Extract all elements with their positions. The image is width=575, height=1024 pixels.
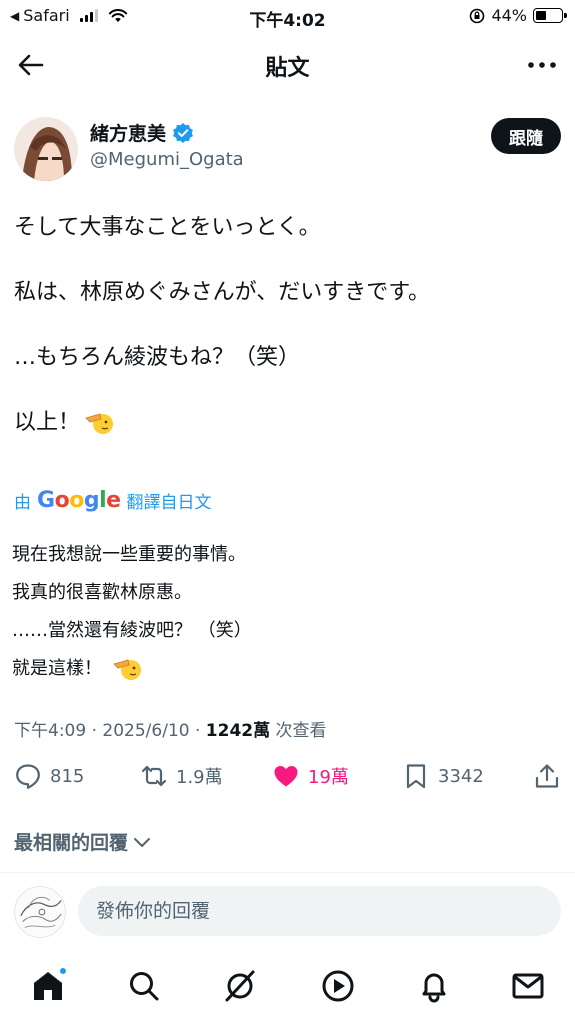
post-date: 2025/6/10 bbox=[102, 721, 190, 741]
author-name-row[interactable]: 緒方恵美 bbox=[90, 119, 194, 146]
view-count[interactable]: 1242萬 bbox=[206, 721, 270, 741]
post-header: 貼文 bbox=[0, 40, 575, 90]
bookmark-button[interactable]: 3342 bbox=[402, 762, 484, 790]
battery-percent: 44% bbox=[491, 6, 527, 25]
translated-line: ……當然還有綾波吧？ （笑） bbox=[12, 620, 252, 641]
google-logo: Google bbox=[37, 488, 121, 513]
post-line: 私は、林原めぐみさんが、だいすきです。 bbox=[14, 277, 561, 309]
post-author: 緒方恵美 @Megumi_Ogata 跟隨 bbox=[14, 115, 561, 185]
more-options-icon[interactable] bbox=[525, 50, 559, 80]
my-avatar[interactable] bbox=[14, 886, 66, 938]
repost-count: 1.9萬 bbox=[176, 767, 223, 788]
new-posts-dot bbox=[58, 966, 68, 976]
replies-sort-dropdown[interactable]: 最相關的回覆 bbox=[14, 828, 152, 855]
post-action-bar: 815 1.9萬 19萬 3342 bbox=[14, 762, 561, 802]
reply-count: 815 bbox=[50, 765, 85, 787]
reply-button[interactable]: 815 bbox=[14, 762, 84, 790]
status-bar: ◀ Safari 下午4:02 44% bbox=[0, 0, 575, 32]
reply-icon bbox=[16, 764, 40, 789]
post-line-text: 私は、林原めぐみさんが、だいすきです。 bbox=[14, 280, 431, 305]
repost-icon bbox=[141, 765, 167, 787]
post-text: そして大事なことをいっとく。 私は、林原めぐみさんが、だいすきです。 …もちろん… bbox=[14, 212, 561, 472]
tab-home[interactable] bbox=[30, 966, 68, 1004]
meta-separator: · bbox=[86, 721, 103, 741]
bookmark-count: 3342 bbox=[438, 765, 484, 787]
page-title: 貼文 bbox=[265, 56, 310, 81]
share-icon bbox=[535, 764, 559, 788]
reply-input[interactable] bbox=[78, 886, 561, 936]
orientation-lock-icon bbox=[470, 8, 485, 23]
post-line-text: そして大事なことをいっとく。 bbox=[14, 215, 321, 240]
like-button[interactable]: 19萬 bbox=[272, 762, 349, 790]
verified-badge-icon bbox=[173, 122, 193, 143]
video-play-icon bbox=[322, 970, 354, 1002]
share-button[interactable] bbox=[533, 762, 561, 790]
bottom-tab-bar bbox=[0, 960, 575, 1016]
search-icon bbox=[130, 972, 159, 1001]
tab-grok[interactable] bbox=[222, 968, 258, 1004]
meta-separator: · bbox=[189, 721, 206, 741]
post-line-text: …もちろん綾波もね？（笑） bbox=[14, 345, 301, 370]
post-line: …もちろん綾波もね？（笑） bbox=[14, 342, 561, 374]
author-name[interactable]: 緒方恵美 bbox=[90, 119, 166, 146]
translated-text: 現在我想說一些重要的事情。 我真的很喜歡林原惠。 ……當然還有綾波吧？ （笑） … bbox=[12, 536, 559, 688]
follow-button[interactable]: 跟隨 bbox=[491, 118, 561, 154]
bookmark-icon bbox=[406, 764, 426, 789]
status-right: 44% bbox=[469, 6, 567, 25]
translated-line: 就是這樣！ bbox=[12, 650, 559, 688]
replies-sort-label: 最相關的回覆 bbox=[14, 832, 129, 854]
repost-button[interactable]: 1.9萬 bbox=[140, 762, 223, 790]
battery-icon bbox=[533, 8, 567, 23]
divider bbox=[0, 872, 575, 873]
chevron-down-icon bbox=[134, 837, 151, 847]
translated-line: 現在我想說一些重要的事情。 bbox=[12, 544, 246, 565]
tab-messages[interactable] bbox=[510, 968, 546, 1004]
author-avatar[interactable] bbox=[14, 117, 78, 181]
author-handle[interactable]: @Megumi_Ogata bbox=[90, 149, 244, 170]
post-line: 以上！ bbox=[14, 407, 561, 439]
view-count-suffix: 次查看 bbox=[270, 721, 327, 741]
saluting-face-emoji-icon bbox=[112, 659, 141, 680]
post-line: そして大事なことをいっとく。 bbox=[14, 212, 561, 244]
reply-composer bbox=[0, 880, 575, 942]
grok-icon bbox=[225, 970, 255, 1002]
mail-icon bbox=[512, 973, 544, 999]
heart-filled-icon bbox=[274, 766, 298, 787]
tab-notifications[interactable] bbox=[416, 968, 452, 1004]
translated-by-prefix: 由 bbox=[14, 493, 31, 513]
tab-video[interactable] bbox=[320, 968, 356, 1004]
translated-from-note[interactable]: 翻譯自日文 bbox=[127, 488, 212, 513]
translated-by[interactable]: 由 Google 翻譯自日文 bbox=[14, 488, 212, 513]
like-count: 19萬 bbox=[308, 767, 349, 788]
battery-fill bbox=[536, 11, 546, 20]
translated-line: 我真的很喜歡林原惠。 bbox=[12, 582, 192, 603]
post-time: 下午4:09 bbox=[14, 721, 87, 741]
saluting-face-emoji-icon bbox=[85, 413, 114, 434]
post-meta: 下午4:09 · 2025/6/10 · 1242萬 次查看 bbox=[14, 716, 327, 741]
translated-line-text: 就是這樣！ bbox=[12, 658, 102, 679]
bell-icon bbox=[422, 973, 446, 1003]
post-line-text: 以上！ bbox=[14, 410, 81, 435]
tab-search[interactable] bbox=[126, 968, 162, 1004]
